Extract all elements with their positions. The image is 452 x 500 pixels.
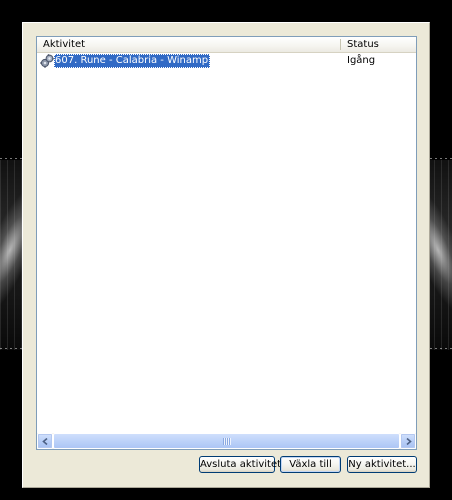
list-header: Aktivitet Status: [37, 37, 416, 53]
task-status: Igång: [347, 55, 376, 66]
list-body: 607. Rune - Calabria - Winamp Igång: [37, 53, 416, 433]
new-task-button[interactable]: Ny aktivitet...: [347, 456, 417, 473]
task-manager-applications-panel: Aktivitet Status 607. Rune - Calabria - …: [22, 22, 430, 488]
column-header-status[interactable]: Status: [341, 37, 416, 52]
scrollbar-thumb[interactable]: [53, 433, 400, 449]
column-header-task[interactable]: Aktivitet: [37, 37, 341, 52]
scrollbar-track[interactable]: [53, 433, 400, 449]
task-name[interactable]: 607. Rune - Calabria - Winamp: [54, 54, 211, 68]
task-list[interactable]: Aktivitet Status 607. Rune - Calabria - …: [36, 36, 417, 450]
horizontal-scrollbar[interactable]: [37, 433, 416, 449]
scroll-left-button[interactable]: [37, 433, 53, 449]
end-task-button[interactable]: Avsluta aktivitet: [199, 456, 281, 473]
switch-to-button[interactable]: Växla till: [280, 456, 341, 473]
scroll-right-button[interactable]: [400, 433, 416, 449]
list-item[interactable]: 607. Rune - Calabria - Winamp Igång: [37, 53, 416, 69]
scrollbar-grip: [222, 438, 231, 445]
gears-icon: [40, 54, 54, 68]
